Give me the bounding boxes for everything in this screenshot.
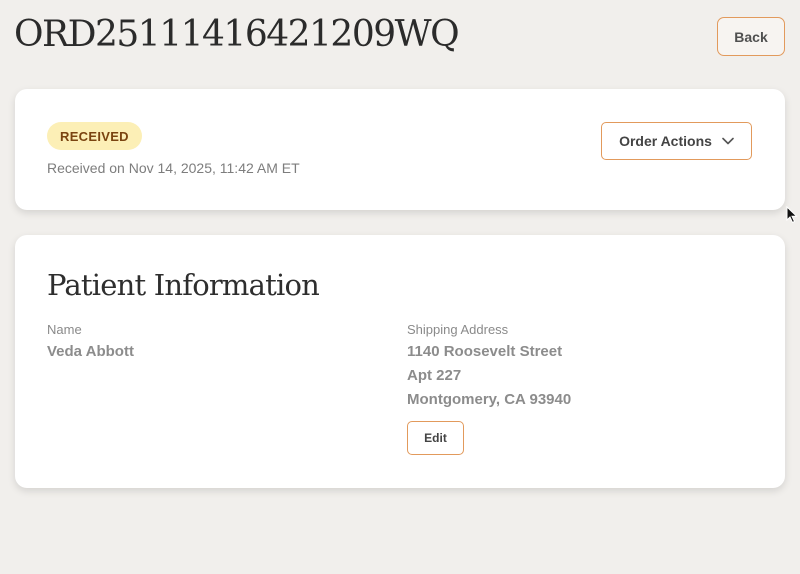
order-status-card: RECEIVED Received on Nov 14, 2025, 11:42…: [15, 89, 785, 210]
name-label: Name: [47, 322, 82, 337]
address-line-3: Montgomery, CA 93940: [407, 391, 572, 408]
section-title: Patient Information: [47, 268, 320, 302]
order-actions-dropdown[interactable]: Order Actions: [601, 122, 752, 160]
order-actions-label: Order Actions: [619, 133, 712, 149]
patient-name: Veda Abbott: [47, 343, 134, 360]
back-button[interactable]: Back: [717, 17, 785, 56]
chevron-down-icon: [722, 137, 734, 145]
shipping-address-label: Shipping Address: [407, 322, 509, 337]
order-id-title: ORD25111416421209WQ: [14, 14, 460, 55]
patient-information-card: Patient Information Name Veda Abbott Shi…: [15, 235, 785, 488]
mouse-cursor-icon: [786, 205, 798, 224]
received-timestamp: Received on Nov 14, 2025, 11:42 AM ET: [47, 160, 300, 176]
edit-address-button[interactable]: Edit: [407, 421, 464, 455]
address-line-1: 1140 Roosevelt Street: [407, 343, 563, 360]
status-badge: RECEIVED: [47, 122, 142, 150]
order-detail-page: ORD25111416421209WQ Back RECEIVED Receiv…: [0, 0, 800, 574]
address-line-2: Apt 227: [407, 367, 462, 384]
